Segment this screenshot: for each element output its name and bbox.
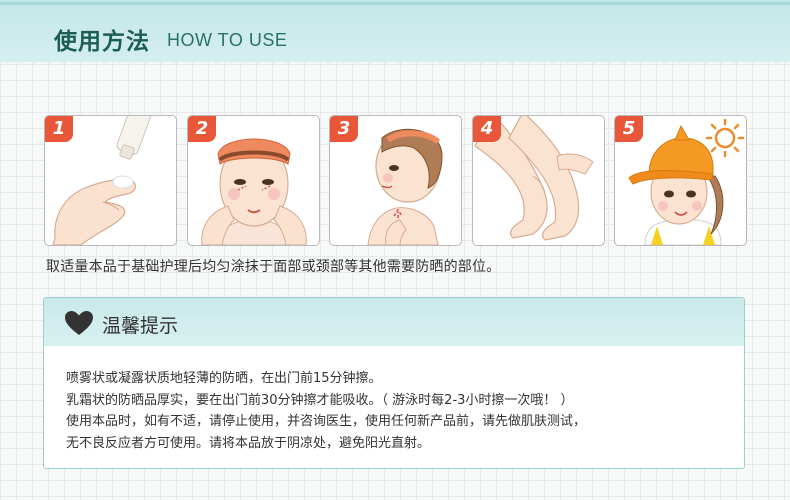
step-card-3: 3 xyxy=(329,115,462,246)
tip-line: 喷雾状或凝露状质地轻薄的防晒，在出门前15分钟擦。 xyxy=(66,371,382,386)
step-number-badge: 3 xyxy=(330,116,358,142)
step-number-badge: 2 xyxy=(188,116,216,142)
usage-instruction: 取适量本品于基础护理后均匀涂抹于面部或颈部等其他需要防晒的部位。 xyxy=(46,259,501,275)
tip-line: 使用本品时，如有不适，请停止使用，并咨询医生，使用任何新产品前，请先做肌肤测试， xyxy=(66,414,587,429)
step-number-badge: 5 xyxy=(615,116,643,142)
tips-header: 温馨提示 xyxy=(44,298,744,346)
step-number-badge: 1 xyxy=(45,116,73,142)
header-stripe xyxy=(0,2,790,5)
tips-title: 温馨提示 xyxy=(102,315,179,337)
section-title: 使用方法 xyxy=(54,29,150,55)
step-card-5: 5 xyxy=(614,115,747,246)
header-scallop-edge xyxy=(0,56,790,70)
step-number-badge: 4 xyxy=(473,116,501,142)
sun-icon xyxy=(705,118,745,158)
step-card-4: 4 xyxy=(472,115,605,246)
tips-body: 喷雾状或凝露状质地轻薄的防晒，在出门前15分钟擦。 乳霜状的防晒品厚实，要在出门… xyxy=(66,368,736,454)
tips-box: 温馨提示 喷雾状或凝露状质地轻薄的防晒，在出门前15分钟擦。 乳霜状的防晒品厚实… xyxy=(43,297,745,469)
section-title-english: HOW TO USE xyxy=(167,30,288,50)
heart-icon xyxy=(65,311,93,335)
tip-line: 无不良反应者方可使用。请将本品放于阴凉处，避免阳光直射。 xyxy=(66,435,431,451)
tip-line: 乳霜状的防晒品厚实，要在出门前30分钟擦才能吸收。（ 游泳时每2-3小时擦一次哦… xyxy=(66,392,574,408)
step-card-1: 1 xyxy=(44,115,177,246)
girl-cap-illustration xyxy=(628,124,724,245)
step-card-2: 2 xyxy=(187,115,320,246)
